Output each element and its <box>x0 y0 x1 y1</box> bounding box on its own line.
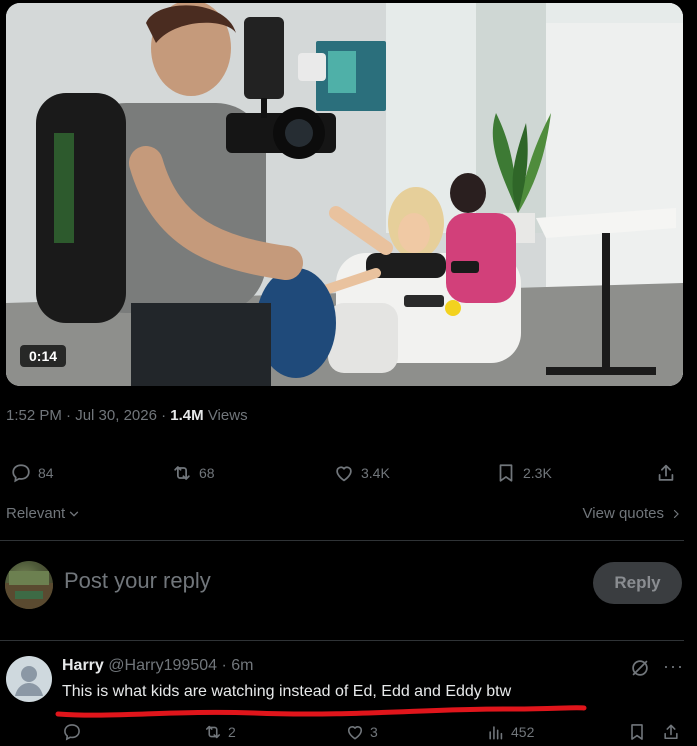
reply-bubble-icon <box>64 724 80 741</box>
view-quotes-label: View quotes <box>582 505 664 522</box>
reply-repost-count: 2 <box>228 724 236 740</box>
share-icon <box>658 464 674 481</box>
like-count: 3.4K <box>361 465 390 481</box>
bookmark-icon <box>499 464 513 482</box>
default-avatar-icon <box>15 666 43 696</box>
avatar-image <box>5 571 53 609</box>
red-underline-annotation <box>55 705 587 718</box>
post-action-bar: 84 68 3.4K 2.3K <box>0 462 697 494</box>
divider <box>0 540 684 541</box>
sort-label: Relevant <box>6 505 66 522</box>
reply-bubble-icon <box>12 464 30 483</box>
grok-logo-icon <box>632 660 648 676</box>
video-player[interactable]: 0:14 <box>6 3 683 386</box>
bookmark-icon <box>631 724 643 740</box>
reply-count: 84 <box>38 465 54 481</box>
grok-icon[interactable] <box>629 657 651 684</box>
reply-like-count: 3 <box>370 724 378 740</box>
chevron-down-icon <box>70 511 79 517</box>
meta-separator: · <box>61 407 76 424</box>
heart-icon <box>347 726 363 740</box>
reply-button[interactable]: Reply <box>593 562 682 604</box>
repost-icon <box>174 466 190 480</box>
replies-sort-row: Relevant View quotes <box>6 505 682 527</box>
reply-time[interactable]: 6m <box>231 657 253 674</box>
bookmark-count: 2.3K <box>523 465 552 481</box>
reply-reply-action[interactable] <box>62 722 82 742</box>
post-time[interactable]: 1:52 PM <box>6 407 62 424</box>
heart-icon <box>336 466 352 482</box>
share-action[interactable] <box>655 462 677 484</box>
reply-views-count: 452 <box>511 724 535 740</box>
reply-views-action[interactable]: 452 <box>486 722 534 742</box>
video-timestamp: 0:14 <box>20 345 67 367</box>
chevron-right-icon <box>673 509 679 518</box>
repost-action[interactable]: 68 <box>171 462 215 484</box>
reply-author-avatar[interactable] <box>6 656 52 702</box>
repost-icon <box>205 725 221 739</box>
more-options-icon[interactable]: ··· <box>663 656 684 677</box>
post-meta: 1:52 PM · Jul 30, 2026 · 1.4M Views <box>6 407 248 424</box>
reply-separator: · <box>217 657 232 674</box>
reply-author-name[interactable]: Harry <box>62 657 104 674</box>
reply-action-bar: 2 3 452 <box>0 722 697 746</box>
post-date[interactable]: Jul 30, 2026 <box>75 407 157 424</box>
reply-input[interactable]: Post your reply <box>64 568 211 594</box>
sort-dropdown[interactable]: Relevant <box>6 505 81 522</box>
reply-repost-action[interactable]: 2 <box>203 722 236 742</box>
divider <box>0 640 684 641</box>
user-avatar[interactable] <box>5 561 53 609</box>
views-label: Views <box>203 407 248 424</box>
view-quotes-link[interactable]: View quotes <box>583 505 682 522</box>
video-frame <box>6 3 683 386</box>
views-count: 1.4M <box>170 407 204 424</box>
bookmark-action[interactable]: 2.3K <box>495 462 552 484</box>
reply-share-action[interactable] <box>661 722 681 742</box>
repost-count: 68 <box>199 465 215 481</box>
reply-header: Harry @Harry199504 · 6m <box>62 657 253 675</box>
reply-author-handle[interactable]: @Harry199504 <box>108 657 217 674</box>
reply-action[interactable]: 84 <box>10 462 54 484</box>
reply-like-action[interactable]: 3 <box>345 722 378 742</box>
analytics-bars-icon <box>489 726 503 740</box>
share-icon <box>664 724 678 740</box>
reply-text: This is what kids are watching instead o… <box>62 683 512 700</box>
reply-bookmark-action[interactable] <box>627 722 647 742</box>
like-action[interactable]: 3.4K <box>333 462 390 484</box>
meta-separator: · <box>156 407 171 424</box>
